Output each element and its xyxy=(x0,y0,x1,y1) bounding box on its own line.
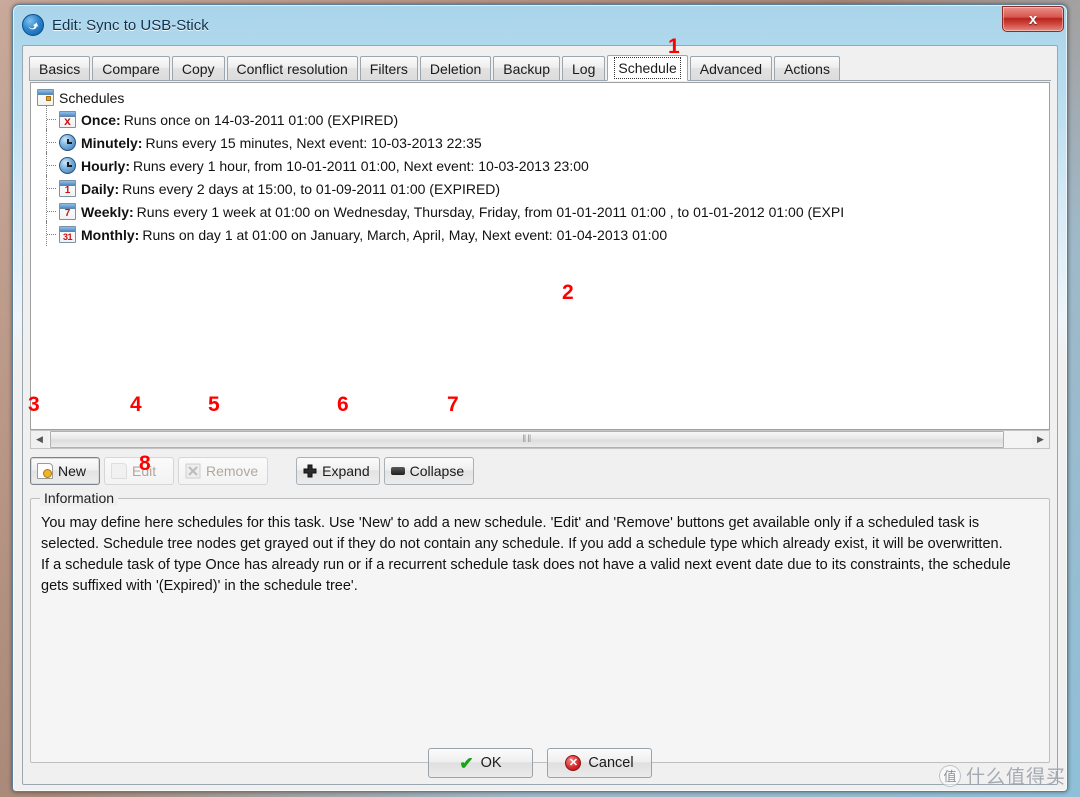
tab-basics[interactable]: Basics xyxy=(29,56,91,80)
new-document-icon xyxy=(37,463,53,479)
collapse-button-label: Collapse xyxy=(409,463,465,479)
tab-compare[interactable]: Compare xyxy=(92,56,170,80)
cancel-x-icon: ✕ xyxy=(565,755,582,771)
tree-item-weekly[interactable]: 7 Weekly: Runs every 1 week at 01:00 on … xyxy=(37,198,1049,223)
scroll-right-arrow-icon[interactable]: ▶ xyxy=(1032,431,1049,448)
tab-deletion[interactable]: Deletion xyxy=(419,56,492,80)
tree-item-detail: Runs every 2 days at 15:00, to 01-09-201… xyxy=(122,180,501,197)
tree-item-monthly[interactable]: 31 Monthly: Runs on day 1 at 01:00 on Ja… xyxy=(37,221,1049,246)
tree-item-hourly[interactable]: Hourly: Runs every 1 hour, from 10-01-20… xyxy=(37,152,1049,177)
scroll-left-arrow-icon[interactable]: ◀ xyxy=(31,431,48,448)
tree-item-detail: Runs every 15 minutes, Next event: 10-03… xyxy=(145,134,482,151)
edit-button[interactable]: Edit xyxy=(104,457,174,485)
tree-item-detail: Runs every 1 hour, from 10-01-2011 01:00… xyxy=(133,157,589,174)
expired-x-glyph: x xyxy=(64,114,71,128)
tab-label: Copy xyxy=(181,60,215,77)
expand-button-label: Expand xyxy=(322,463,370,479)
calendar-day-icon: 1 xyxy=(59,180,76,197)
clock-icon xyxy=(59,134,76,151)
tab-actions[interactable]: Actions xyxy=(774,56,840,80)
dialog-client-area: Basics Compare Copy Conflict resolution … xyxy=(22,45,1058,785)
tab-label: Compare xyxy=(102,60,160,77)
calendar-week-icon: 7 xyxy=(59,203,76,220)
tree-root-node[interactable]: Schedules xyxy=(37,87,1049,108)
tab-label: Backup xyxy=(503,60,550,77)
edit-pencil-icon xyxy=(111,463,127,479)
new-button-label: New xyxy=(58,463,87,479)
collapse-button[interactable]: Collapse xyxy=(383,457,475,485)
close-button[interactable]: x xyxy=(1002,6,1064,32)
remove-button[interactable]: Remove xyxy=(178,457,269,485)
dialog-window: Edit: Sync to USB-Stick x Basics Compare… xyxy=(12,4,1068,792)
tab-label: Conflict resolution xyxy=(236,60,348,77)
clock-icon xyxy=(59,157,76,174)
check-icon: ✔ xyxy=(459,753,474,773)
schedule-tree-panel[interactable]: Schedules x Once: Runs once on 14-03-201… xyxy=(30,82,1050,430)
information-legend: Information xyxy=(40,490,119,506)
cancel-button-label: Cancel xyxy=(588,755,634,771)
scrollbar-thumb[interactable]: ‖‖ xyxy=(50,431,1005,448)
tab-label: Log xyxy=(572,60,596,77)
calendar-week-glyph: 7 xyxy=(64,208,71,219)
minus-icon xyxy=(390,467,405,475)
tree-item-name: Hourly: xyxy=(81,157,130,174)
tab-advanced[interactable]: Advanced xyxy=(689,56,773,80)
remove-x-icon xyxy=(185,463,201,479)
tree-item-name: Monthly: xyxy=(81,226,140,243)
tab-label: Filters xyxy=(369,60,408,77)
tab-label: Schedule xyxy=(614,57,681,79)
remove-button-label: Remove xyxy=(206,463,259,479)
calendar-month-icon: 31 xyxy=(59,226,76,243)
tree-item-minutely[interactable]: Minutely: Runs every 15 minutes, Next ev… xyxy=(37,129,1049,154)
tree-item-detail: Runs every 1 week at 01:00 on Wednesday,… xyxy=(136,203,845,220)
tab-label: Deletion xyxy=(429,60,482,77)
calendar-expired-icon: x xyxy=(59,111,76,128)
tree-root-label: Schedules xyxy=(59,89,125,106)
sync-circle-arrow-icon xyxy=(22,14,44,36)
plus-icon xyxy=(303,464,317,478)
tab-label: Advanced xyxy=(699,60,763,77)
edit-button-label: Edit xyxy=(132,463,157,479)
tree-item-name: Minutely: xyxy=(81,134,143,151)
tab-conflict-resolution[interactable]: Conflict resolution xyxy=(226,56,358,80)
tree-item-once[interactable]: x Once: Runs once on 14-03-2011 01:00 (E… xyxy=(37,106,1049,131)
tab-schedule[interactable]: Schedule xyxy=(607,55,688,81)
scrollbar-grip-icon: ‖‖ xyxy=(522,434,533,445)
information-paragraph-2: If a schedule task of type Once has alre… xyxy=(41,557,1011,594)
tree-item-detail: Runs on day 1 at 01:00 on January, March… xyxy=(142,226,668,243)
tab-label: Basics xyxy=(39,60,81,77)
tree-item-name: Weekly: xyxy=(81,203,134,220)
schedule-toolbar: New Edit Remove Expand Collapse xyxy=(30,457,478,485)
information-group: Information You may define here schedule… xyxy=(30,490,1050,763)
expand-button[interactable]: Expand xyxy=(296,457,380,485)
ok-button[interactable]: ✔ OK xyxy=(428,748,533,778)
tree-horizontal-scrollbar[interactable]: ◀ ‖‖ ▶ xyxy=(30,430,1050,449)
calendar-day-glyph: 1 xyxy=(64,185,71,196)
calendar-month-glyph: 31 xyxy=(62,232,73,242)
tab-label: Actions xyxy=(784,60,830,77)
scrollbar-track[interactable]: ‖‖ xyxy=(48,431,1032,448)
cancel-button[interactable]: ✕ Cancel xyxy=(547,748,652,778)
tab-backup[interactable]: Backup xyxy=(493,56,560,80)
dialog-footer: ✔ OK ✕ Cancel xyxy=(23,748,1057,778)
information-paragraph-1: You may define here schedules for this t… xyxy=(41,515,1003,552)
tab-strip: Basics Compare Copy Conflict resolution … xyxy=(29,53,1051,81)
tree-item-detail: Runs once on 14-03-2011 01:00 (EXPIRED) xyxy=(123,111,399,128)
new-button[interactable]: New xyxy=(30,457,100,485)
tree-item-daily[interactable]: 1 Daily: Runs every 2 days at 15:00, to … xyxy=(37,175,1049,200)
title-bar: Edit: Sync to USB-Stick x xyxy=(13,5,1067,45)
tab-filters[interactable]: Filters xyxy=(359,56,418,80)
tree-item-name: Once: xyxy=(81,111,121,128)
information-text: You may define here schedules for this t… xyxy=(31,499,1049,597)
tab-copy[interactable]: Copy xyxy=(171,56,225,80)
schedule-tree: Schedules x Once: Runs once on 14-03-201… xyxy=(31,83,1049,246)
calendar-icon xyxy=(37,89,54,106)
ok-button-label: OK xyxy=(480,755,502,771)
tab-log[interactable]: Log xyxy=(562,56,606,80)
window-title: Edit: Sync to USB-Stick xyxy=(52,16,209,34)
tree-item-name: Daily: xyxy=(81,180,120,197)
